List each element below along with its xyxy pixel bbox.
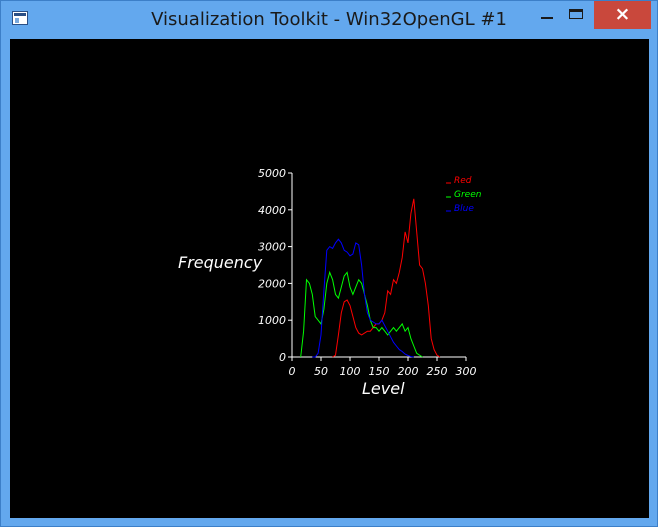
y-tick-label: 4000 (258, 204, 286, 217)
series-line-blue (312, 238, 414, 358)
y-axis-label: Frequency (178, 253, 263, 272)
y-tick-label: 2000 (258, 277, 286, 290)
y-tick-label: 3000 (258, 241, 286, 254)
series-layer (300, 198, 441, 358)
x-tick-label: 300 (456, 365, 477, 378)
chart-legend: Red Green Blue (446, 176, 482, 214)
render-viewport[interactable]: 0 50 100 150 200 250 300 0 1000 2000 3000 4000 5000 … (10, 39, 649, 518)
x-tick-label: 150 (369, 365, 390, 378)
y-tick-label: 5000 (258, 167, 286, 180)
x-tick-label: 50 (314, 365, 328, 378)
maximize-button[interactable] (557, 1, 597, 29)
y-tick-label: 1000 (258, 314, 286, 327)
close-button[interactable]: × (594, 1, 651, 29)
x-tick-label: 250 (427, 365, 448, 378)
histogram-chart: 0 50 100 150 200 250 300010002000300040005000 … (178, 167, 482, 398)
chart-axes: 0 50 100 150 200 250 300010002000300040005000 (258, 167, 477, 378)
x-tick-label: 200 (398, 365, 419, 378)
x-tick-label: 100 (340, 365, 361, 378)
legend-label-green: Green (454, 190, 482, 200)
x-axis-label: Level (362, 379, 405, 398)
y-tick-label: 0 (279, 351, 286, 364)
series-line-green (300, 270, 423, 358)
close-icon: × (614, 3, 631, 25)
app-window: Visualization Toolkit - Win32OpenGL #1 ×… (0, 0, 658, 527)
x-tick-label: 0 (289, 365, 296, 378)
legend-label-blue: Blue (454, 204, 474, 214)
legend-label-red: Red (454, 176, 472, 186)
title-bar[interactable]: Visualization Toolkit - Win32OpenGL #1 × (1, 1, 657, 39)
